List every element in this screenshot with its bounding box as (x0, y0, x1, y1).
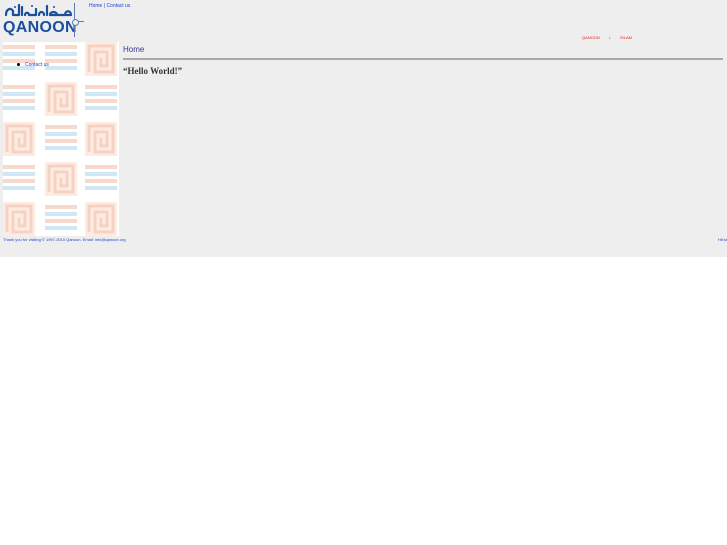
page: QANOON Home | Contact us QANOON • ISLAM (0, 0, 727, 257)
logo-text: QANOON (3, 19, 77, 36)
nav-contact-link[interactable]: Contact us (106, 3, 130, 9)
sidebar-item-contact[interactable]: Contact us (17, 61, 49, 69)
sidebar: Contact us (3, 42, 119, 236)
nav-islam-link[interactable]: ISLAM (620, 35, 632, 41)
top-navigation: Home | Contact us (89, 3, 130, 10)
sidebar-pattern-image (3, 42, 119, 236)
nav-home-link[interactable]: Home (89, 3, 102, 9)
site-logo[interactable]: QANOON (3, 3, 84, 37)
nav-separator: | (103, 3, 106, 9)
footer-text: Thank you for visiting © 1997-2010 Qanoo… (3, 237, 126, 242)
main-content-text: “Hello World!” (123, 66, 183, 76)
sidebar-menu: Contact us (17, 61, 49, 69)
nav-qanoon-link[interactable]: QANOON (582, 35, 600, 41)
hit-counter: Hit:st (717, 237, 727, 242)
nav-bullet: • (609, 35, 611, 40)
title-divider (123, 58, 723, 60)
page-title: Home (123, 45, 145, 54)
logo-dot (72, 19, 79, 26)
arabic-wordmark (4, 3, 73, 17)
